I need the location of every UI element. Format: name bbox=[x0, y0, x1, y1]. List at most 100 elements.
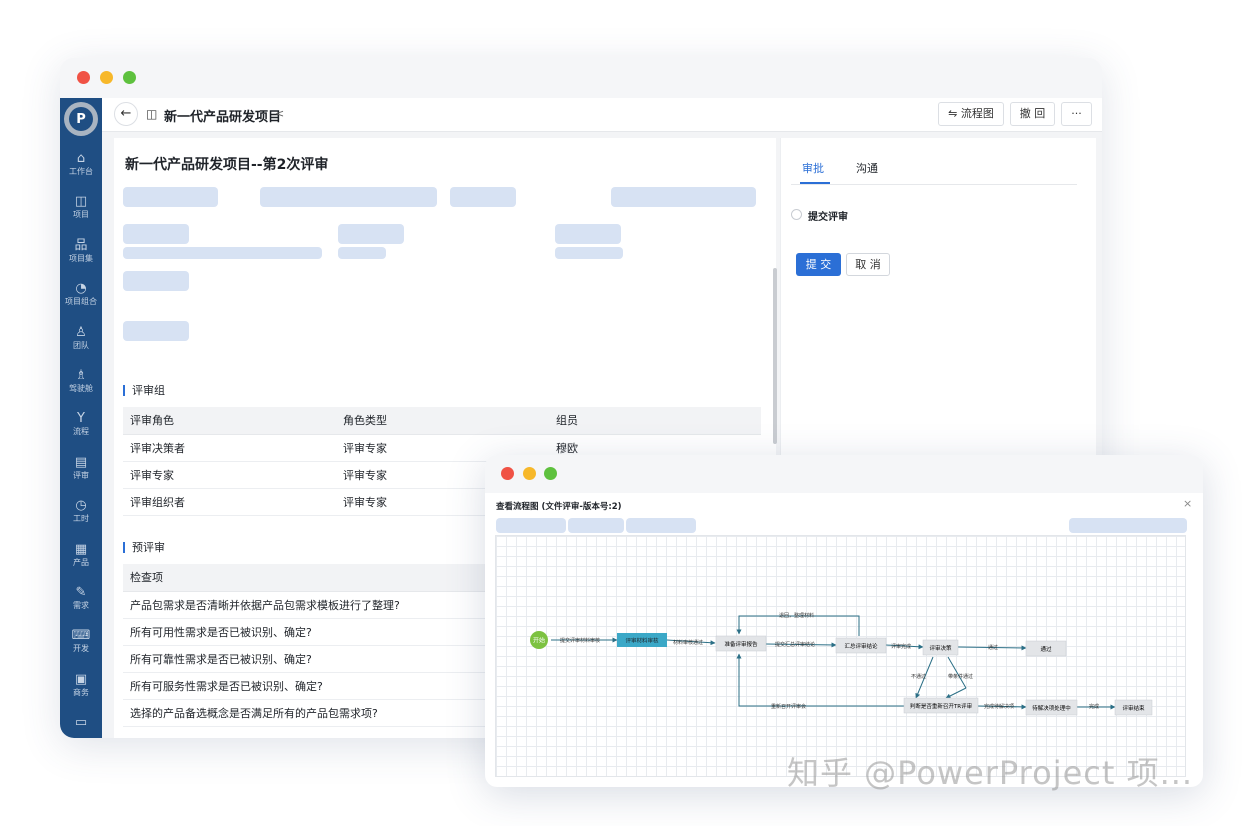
end-node-label: 评审结束 bbox=[1122, 704, 1145, 712]
sidebar-item[interactable]: ◷ 工时 bbox=[60, 495, 102, 535]
flow-edge bbox=[736, 615, 860, 636]
sidebar-item[interactable]: ▤ 评审 bbox=[60, 452, 102, 492]
maximize-window-button[interactable] bbox=[123, 71, 136, 84]
edge-label: 通过 bbox=[988, 644, 998, 651]
arrow-left-icon: ← bbox=[120, 106, 132, 121]
dev-icon: ⌨ bbox=[71, 628, 91, 644]
sidebar-item[interactable]: ⌂ 工作台 bbox=[60, 148, 102, 188]
minimize-window-button[interactable] bbox=[523, 467, 536, 480]
loading-placeholder bbox=[260, 187, 437, 207]
sidebar-item[interactable]: ⌨ 开发 bbox=[60, 625, 102, 665]
sidebar-item-label: 开发 bbox=[73, 644, 89, 654]
sidebar-item-label: 评审 bbox=[73, 470, 89, 480]
loading-placeholder bbox=[626, 518, 696, 533]
close-icon[interactable]: × bbox=[1183, 497, 1192, 510]
minimize-window-button[interactable] bbox=[100, 71, 113, 84]
sidebar-item[interactable]: ♙ 团队 bbox=[60, 322, 102, 362]
product-icon: ▦ bbox=[74, 541, 88, 557]
sidebar-item-label: 需求 bbox=[73, 601, 89, 610]
sidebar-item[interactable]: ▭ bbox=[60, 712, 102, 738]
sidebar-item[interactable]: ◫ 项目 bbox=[60, 191, 102, 231]
top-bar: ← ◫ 新一代产品研发项目 < ⇋ 流程图 撤 回 ··· bbox=[102, 98, 1102, 132]
revoke-button[interactable]: 撤 回 bbox=[1010, 102, 1055, 126]
share-icon[interactable]: < bbox=[275, 107, 284, 120]
loading-placeholder bbox=[1069, 518, 1187, 533]
start-node-label: 开始 bbox=[533, 637, 545, 645]
close-window-button[interactable] bbox=[77, 71, 90, 84]
project-set-icon: 品 bbox=[74, 237, 88, 253]
sidebar-item[interactable]: ♗ 驾驶舱 bbox=[60, 365, 102, 405]
sidebar-item[interactable]: ✎ 需求 bbox=[60, 582, 102, 622]
more-icon: ▭ bbox=[74, 715, 88, 731]
edge-label: 提交评审材料审核 bbox=[560, 637, 600, 644]
more-button[interactable]: ··· bbox=[1061, 102, 1092, 126]
sidebar-item-label: 流程 bbox=[73, 427, 89, 437]
project-icon: ◫ bbox=[74, 194, 88, 210]
sidebar-item-label: 项目组合 bbox=[65, 297, 97, 307]
decision-node-label: 评审决策 bbox=[929, 644, 952, 652]
prepare-report-node-label: 准备评审报告 bbox=[724, 640, 758, 648]
submit-review-label: 提交评审 bbox=[808, 212, 848, 223]
review-icon: ▤ bbox=[74, 454, 88, 470]
edge-label: 完成 bbox=[1089, 703, 1099, 710]
flowchart-button-label: 流程图 bbox=[960, 107, 994, 120]
loading-placeholder bbox=[338, 247, 386, 259]
edge-label: 完成待解决项 bbox=[984, 703, 1014, 710]
edge-label: 评审完成 bbox=[891, 643, 911, 650]
close-window-button[interactable] bbox=[501, 467, 514, 480]
sidebar-item[interactable]: ▦ 产品 bbox=[60, 539, 102, 579]
watermark: 知乎 @PowerProject 项... bbox=[787, 754, 1194, 792]
loading-placeholder bbox=[450, 187, 516, 207]
sidebar: P ⌂ 工作台 ◫ 项目品项目集 ◔ 项目组合 ♙ 团队 ♗ 驾驶舱 Y 流程 ▤ 评审 ◷ 工时 ▦ 产品 ✎ 需求… bbox=[60, 98, 102, 738]
review-material-node-label: 评审材料审核 bbox=[625, 637, 659, 645]
back-button[interactable]: ← bbox=[114, 102, 138, 126]
sidebar-item[interactable]: ▣ 商务 bbox=[60, 669, 102, 709]
sidebar-item-label: 工时 bbox=[73, 514, 89, 524]
content-scrollbar[interactable] bbox=[773, 268, 777, 444]
time-icon: ◷ bbox=[75, 498, 87, 514]
project-icon: ◫ bbox=[146, 107, 158, 121]
sidebar-item[interactable]: Y 流程 bbox=[60, 408, 102, 448]
app-logo[interactable]: P bbox=[64, 102, 98, 136]
loading-placeholder bbox=[555, 224, 621, 244]
tab-approve[interactable]: 审批 bbox=[802, 160, 824, 176]
flowchart-button[interactable]: ⇋ 流程图 bbox=[938, 102, 1004, 126]
loading-placeholder bbox=[123, 321, 189, 341]
loading-placeholder bbox=[611, 187, 756, 207]
pre-review-title: 预评审 bbox=[123, 542, 165, 553]
edge-label: 重新召开评审会 bbox=[771, 703, 806, 710]
flowchart-window: 查看流程图 (文件评审-版本号:2) × 开始 评审材料审核 准备评审报告 汇总… bbox=[485, 455, 1203, 787]
loading-placeholder bbox=[123, 271, 189, 291]
judge-node-label: 判断是否重新召开TR评审 bbox=[910, 702, 973, 710]
sidebar-item[interactable]: 品项目集 bbox=[60, 235, 102, 275]
maximize-window-button[interactable] bbox=[544, 467, 557, 480]
edge-label: 提交汇总评审结论 bbox=[775, 641, 815, 648]
requirement-icon: ✎ bbox=[75, 585, 87, 600]
sidebar-item-label: 工作台 bbox=[69, 167, 93, 176]
loading-placeholder bbox=[568, 518, 624, 533]
sidebar-item-label: 团队 bbox=[73, 340, 89, 350]
sidebar-item-label: 项目 bbox=[73, 210, 89, 220]
flowchart-icon: ⇋ bbox=[948, 107, 961, 120]
flowchart-window-titlebar bbox=[485, 455, 1203, 493]
sidebar-item[interactable]: ◔ 项目组合 bbox=[60, 278, 102, 318]
edge-label: 材料审核通过 bbox=[673, 639, 703, 646]
submit-review-radio[interactable] bbox=[791, 209, 802, 220]
loading-placeholder bbox=[496, 518, 566, 533]
home-icon: ⌂ bbox=[76, 151, 86, 166]
cancel-button[interactable]: 取 消 bbox=[846, 253, 890, 276]
team-icon: ♙ bbox=[75, 324, 87, 340]
main-window-titlebar bbox=[60, 58, 1102, 98]
tab-communicate[interactable]: 沟通 bbox=[856, 160, 878, 176]
sidebar-item-label: 产品 bbox=[73, 557, 89, 567]
sidebar-item-label: 驾驶舱 bbox=[69, 384, 93, 393]
flow-edge bbox=[947, 656, 967, 689]
submit-button[interactable]: 提 交 bbox=[796, 253, 841, 276]
flowchart-canvas[interactable]: 开始 评审材料审核 准备评审报告 汇总评审结论 评审决策 通过 判断是否重新召开… bbox=[495, 535, 1186, 777]
loading-placeholder bbox=[123, 247, 322, 259]
business-icon: ▣ bbox=[74, 671, 88, 687]
portfolio-icon: ◔ bbox=[75, 281, 87, 297]
flowchart-title: 查看流程图 (文件评审-版本号:2) bbox=[496, 502, 622, 512]
loading-placeholder bbox=[338, 224, 404, 244]
flow-edge bbox=[736, 653, 904, 707]
